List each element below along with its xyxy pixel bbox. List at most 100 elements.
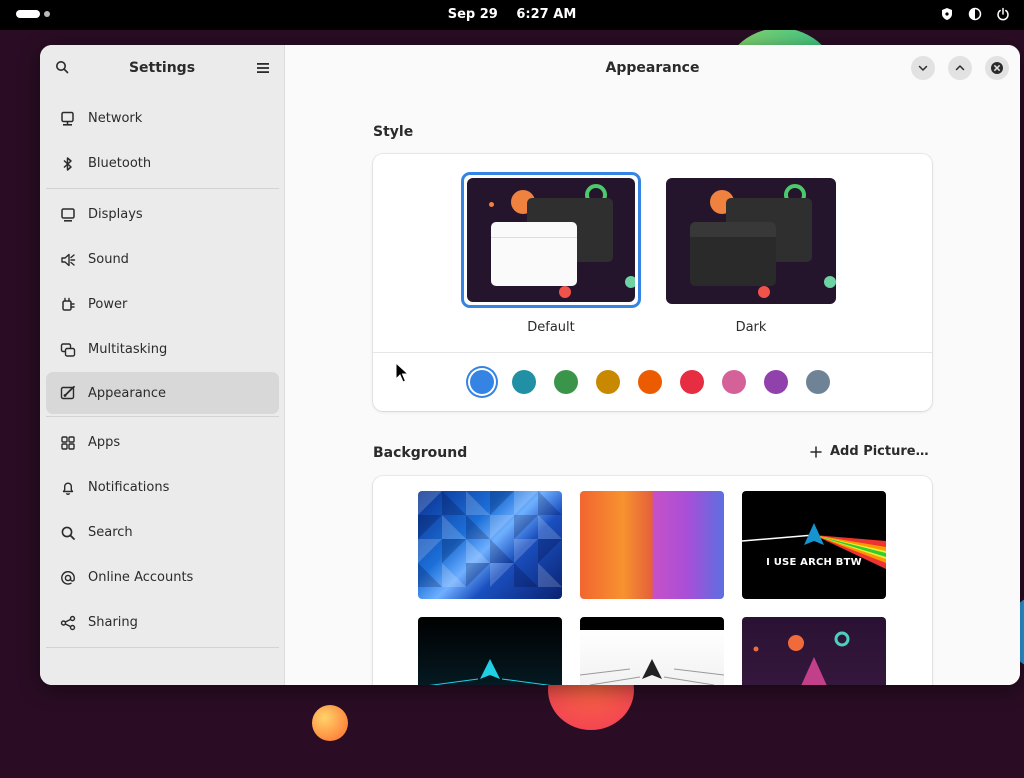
- preview-decoration: [824, 276, 836, 288]
- sidebar-item-label: Sound: [88, 252, 129, 267]
- close-button[interactable]: [985, 56, 1009, 80]
- sidebar-item-sharing[interactable]: Sharing: [46, 600, 279, 645]
- sidebar-item-label: Multitasking: [88, 342, 168, 357]
- sidebar-item-label: Online Accounts: [88, 570, 194, 585]
- sidebar-item-label: Sharing: [88, 615, 138, 630]
- style-option-dark[interactable]: [666, 178, 836, 304]
- wallpaper-thumbnail[interactable]: [580, 617, 724, 685]
- apps-grid-icon: [61, 435, 75, 450]
- background-card: I USE ARCH BTW: [373, 476, 932, 685]
- style-label-dark: Dark: [735, 320, 767, 335]
- page-title: Appearance: [605, 60, 700, 76]
- style-card: Default Dark: [373, 154, 932, 411]
- clock[interactable]: Sep 29 6:27 AM: [0, 7, 1024, 22]
- card-separator: [373, 352, 932, 353]
- wallpaper-thumbnail[interactable]: I USE ARCH BTW: [742, 491, 886, 599]
- bell-icon: [62, 482, 74, 495]
- clock-time: 6:27 AM: [516, 7, 577, 22]
- system-tray[interactable]: [940, 7, 1010, 21]
- sidebar-item-notifications[interactable]: Notifications: [46, 465, 279, 510]
- sidebar-item-label: Apps: [88, 435, 121, 450]
- minimize-button[interactable]: [911, 56, 935, 80]
- preview-decoration: [489, 202, 494, 207]
- network-icon: [61, 111, 74, 126]
- wallpaper-thumbnail[interactable]: [418, 617, 562, 685]
- background-section-label: Background: [373, 445, 468, 461]
- share-icon: [60, 615, 76, 630]
- clock-date: Sep 29: [447, 7, 498, 22]
- display-icon: [61, 207, 75, 222]
- arch-prism-graphic: [742, 523, 886, 569]
- accent-color-swatch[interactable]: [680, 370, 704, 394]
- accent-color-swatch[interactable]: [722, 370, 746, 394]
- accent-color-swatch[interactable]: [554, 370, 578, 394]
- sidebar-item-sound[interactable]: Sound: [46, 237, 279, 282]
- sidebar-item-label: Displays: [88, 207, 143, 222]
- wallpaper-thumbnail[interactable]: [418, 491, 562, 599]
- chevron-up-icon: [955, 65, 965, 71]
- arch-logo-graphic: [429, 659, 551, 685]
- add-picture-button[interactable]: Add Picture…: [810, 444, 929, 459]
- preview-front-window: [491, 222, 577, 286]
- sidebar-item-label: Search: [88, 525, 133, 540]
- sidebar-list: Network Bluetooth Displays Sound Power M…: [46, 96, 279, 651]
- bluetooth-icon: [63, 156, 72, 171]
- sound-icon: [61, 253, 76, 266]
- preview-front-window: [690, 222, 776, 286]
- settings-window: Settings Network Bluetooth Displays Soun…: [40, 45, 1020, 685]
- mouse-cursor-icon: [395, 362, 409, 383]
- multitasking-icon: [60, 342, 76, 357]
- hamburger-menu-icon[interactable]: [256, 61, 270, 75]
- accent-color-picker: [470, 370, 830, 394]
- preview-decoration: [559, 286, 571, 298]
- sidebar-item-online-accounts[interactable]: Online Accounts: [46, 555, 279, 600]
- chevron-down-icon: [918, 65, 928, 71]
- appearance-icon: [60, 385, 75, 400]
- sidebar-item-displays[interactable]: Displays: [46, 192, 279, 237]
- sidebar-item-network[interactable]: Network: [46, 96, 279, 141]
- volume-icon: [968, 7, 982, 21]
- preview-decoration: [625, 276, 635, 288]
- sidebar-item-search[interactable]: Search: [46, 510, 279, 555]
- sidebar: Settings Network Bluetooth Displays Soun…: [40, 45, 285, 685]
- accent-color-swatch[interactable]: [512, 370, 536, 394]
- shield-icon: [942, 8, 952, 20]
- sidebar-item-bluetooth[interactable]: Bluetooth: [46, 141, 279, 186]
- sidebar-separator: [46, 188, 279, 189]
- maximize-button[interactable]: [948, 56, 972, 80]
- preview-decoration: [758, 286, 770, 298]
- accent-color-swatch[interactable]: [764, 370, 788, 394]
- power-plug-icon: [62, 297, 75, 311]
- sidebar-separator: [46, 647, 279, 648]
- wallpaper-thumbnail[interactable]: [742, 617, 886, 685]
- top-bar: Sep 29 6:27 AM: [0, 0, 1024, 30]
- arch-logo-graphic: [580, 659, 724, 685]
- at-sign-icon: [61, 570, 75, 585]
- sidebar-item-apps[interactable]: Apps: [46, 420, 279, 465]
- plus-icon: [810, 445, 822, 458]
- style-section-label: Style: [373, 124, 414, 140]
- wallpaper-thumbnail[interactable]: [580, 491, 724, 599]
- search-icon: [61, 526, 75, 540]
- sidebar-item-label: Bluetooth: [88, 156, 152, 171]
- accent-color-swatch[interactable]: [596, 370, 620, 394]
- style-label-default: Default: [527, 320, 575, 335]
- sidebar-item-multitasking[interactable]: Multitasking: [46, 327, 279, 372]
- wallpaper-decoration: [312, 705, 348, 741]
- default-style-preview: [467, 178, 635, 302]
- sidebar-item-label: Power: [88, 297, 128, 312]
- power-icon: [997, 7, 1009, 21]
- sidebar-item-label: Network: [88, 111, 143, 126]
- sidebar-separator: [46, 416, 279, 417]
- sidebar-item-power[interactable]: Power: [46, 282, 279, 327]
- sidebar-item-appearance[interactable]: Appearance: [46, 372, 279, 414]
- wallpaper-text: I USE ARCH BTW: [766, 557, 862, 568]
- accent-color-swatch[interactable]: [470, 370, 494, 394]
- add-picture-label: Add Picture…: [830, 444, 929, 459]
- sidebar-title: Settings: [128, 60, 196, 76]
- sidebar-header: Settings: [40, 45, 284, 91]
- accent-color-swatch[interactable]: [806, 370, 830, 394]
- close-icon: [991, 62, 1003, 74]
- sidebar-item-label: Appearance: [88, 385, 167, 401]
- accent-color-swatch[interactable]: [638, 370, 662, 394]
